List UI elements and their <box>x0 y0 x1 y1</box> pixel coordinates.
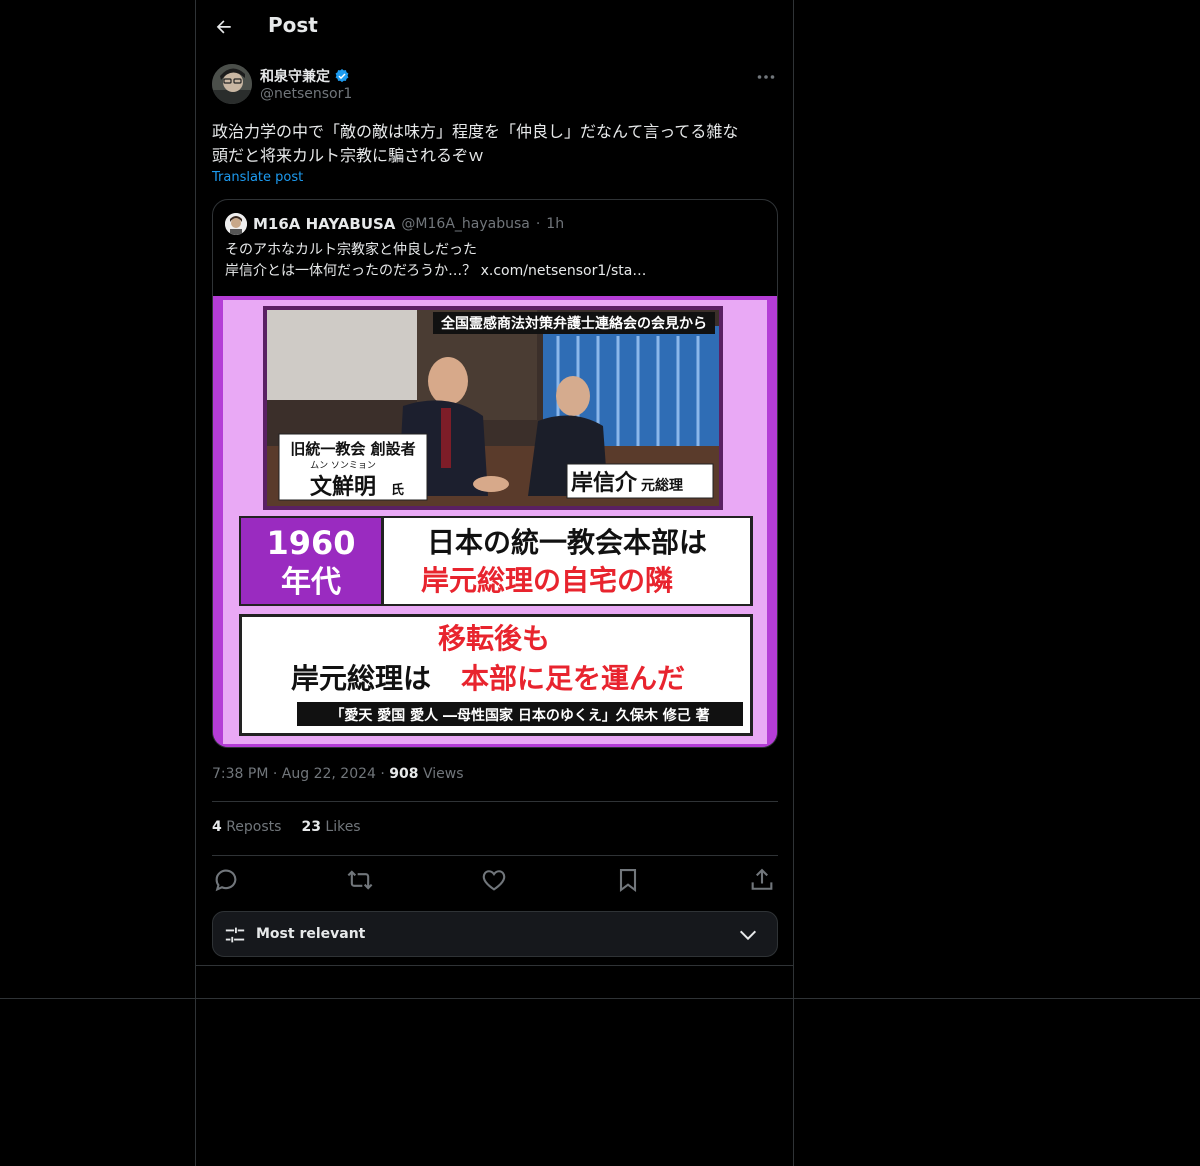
back-arrow-icon[interactable] <box>212 15 236 39</box>
image-source-caption: 「愛天 愛国 愛人 ―母性国家 日本のゆくえ」久保木 修己 著 <box>330 707 709 724</box>
filter-sliders-icon <box>225 927 245 943</box>
image-top-caption: 全国霊感商法対策弁護士連絡会の会見から <box>440 315 707 332</box>
news-graphic: 全国霊感商法対策弁護士連絡会の会見から 旧統一教会 創設者 ムン ソンミョン 文… <box>213 296 777 747</box>
image-box1-line2: 岸元総理の自宅の隣 <box>421 564 673 597</box>
page-header: Post <box>196 0 793 54</box>
quoted-text: そのアホなカルト宗教家と仲良しだった 岸信介とは一体何だったのだろうか…？ x.… <box>225 240 765 282</box>
post-meta: 7:38 PM · Aug 22, 2024 · 908 Views <box>212 766 464 782</box>
likes-count: 23 <box>301 819 321 835</box>
sort-replies-dropdown[interactable]: Most relevant <box>212 911 778 957</box>
main-column: Post 和泉守兼定 @netsensor1 政治力学の中で「敵の敵は味方」程度… <box>195 0 794 1166</box>
image-right-suffix: 元総理 <box>641 477 683 494</box>
image-left-name: 文鮮明 <box>310 474 376 500</box>
quoted-link[interactable]: x.com/netsensor1/sta… <box>481 263 647 279</box>
reposts-label: Reposts <box>226 819 282 835</box>
action-bar <box>212 866 778 894</box>
image-left-ruby: ムン ソンミョン <box>310 460 376 471</box>
image-year-bottom: 年代 <box>281 565 341 600</box>
avatar[interactable] <box>212 64 252 104</box>
page-title: Post <box>268 13 318 37</box>
author-handle[interactable]: @netsensor1 <box>260 86 352 102</box>
reposts-count: 4 <box>212 819 222 835</box>
sort-label: Most relevant <box>256 926 366 942</box>
quoted-author-handle: @M16A_hayabusa <box>401 216 530 232</box>
image-box1-line1: 日本の統一教会本部は <box>427 526 707 559</box>
post-text-line-1: 政治力学の中で「敵の敵は味方」程度を「仲良し」だなんて言ってる雑な <box>212 122 739 141</box>
likes-label: Likes <box>325 819 361 835</box>
image-box2-line2b: 本部に足を運んだ <box>461 662 685 695</box>
image-left-label-1: 旧統一教会 創設者 <box>290 440 415 458</box>
post-time[interactable]: 7:38 PM <box>212 766 268 782</box>
author-name[interactable]: 和泉守兼定 <box>260 66 330 86</box>
image-right-name: 岸信介 <box>571 470 638 496</box>
likes-stat[interactable]: 23 Likes <box>301 819 360 835</box>
verified-badge-icon <box>335 69 349 83</box>
post-stats: 4 Reposts 23 Likes <box>212 819 361 835</box>
quoted-text-line-2: 岸信介とは一体何だったのだろうか…？ x.com/netsensor1/sta… <box>225 261 765 282</box>
repost-icon[interactable] <box>346 866 374 894</box>
quoted-post-header: M16A HAYABUSA @M16A_hayabusa · 1h <box>225 213 564 235</box>
translate-post-link[interactable]: Translate post <box>212 170 303 185</box>
image-left-suffix: 氏 <box>391 483 404 498</box>
meta-dot: · <box>380 766 390 782</box>
quoted-text-line-2-body: 岸信介とは一体何だったのだろうか…？ <box>225 263 477 279</box>
quoted-dot: · <box>535 216 541 232</box>
quoted-image[interactable]: 全国霊感商法対策弁護士連絡会の会見から 旧統一教会 創設者 ムン ソンミョン 文… <box>213 296 777 747</box>
image-box2-line2a: 岸元総理は <box>291 662 431 695</box>
divider <box>212 801 778 802</box>
more-options-icon[interactable] <box>755 66 777 88</box>
avatar-image <box>212 64 252 104</box>
quoted-avatar-image <box>225 213 247 235</box>
chevron-down-icon <box>739 930 757 941</box>
page-divider <box>0 998 1200 999</box>
divider <box>196 965 793 966</box>
quoted-age: 1h <box>546 216 565 232</box>
views-label: Views <box>422 766 464 782</box>
quoted-post[interactable]: M16A HAYABUSA @M16A_hayabusa · 1h そのアホなカ… <box>212 199 778 748</box>
post-date[interactable]: Aug 22, 2024 <box>282 766 376 782</box>
share-icon[interactable] <box>748 866 776 894</box>
divider <box>212 855 778 856</box>
image-box2-line1: 移転後も <box>438 622 550 655</box>
author-name-row[interactable]: 和泉守兼定 <box>260 66 350 86</box>
post-text: 政治力学の中で「敵の敵は味方」程度を「仲良し」だなんて言ってる雑な 頭だと将来カ… <box>212 120 778 168</box>
image-year-top: 1960 <box>266 524 355 562</box>
bookmark-icon[interactable] <box>614 866 642 894</box>
quoted-avatar <box>225 213 247 235</box>
reposts-stat[interactable]: 4 Reposts <box>212 819 281 835</box>
post-text-line-2: 頭だと将来カルト宗教に騙されるぞｗ <box>212 146 485 165</box>
quoted-text-line-1: そのアホなカルト宗教家と仲良しだった <box>225 242 477 258</box>
views-count: 908 <box>389 766 419 782</box>
reply-icon[interactable] <box>212 866 240 894</box>
quoted-author-name: M16A HAYABUSA <box>253 215 396 233</box>
like-icon[interactable] <box>480 866 508 894</box>
meta-dot: · <box>272 766 282 782</box>
